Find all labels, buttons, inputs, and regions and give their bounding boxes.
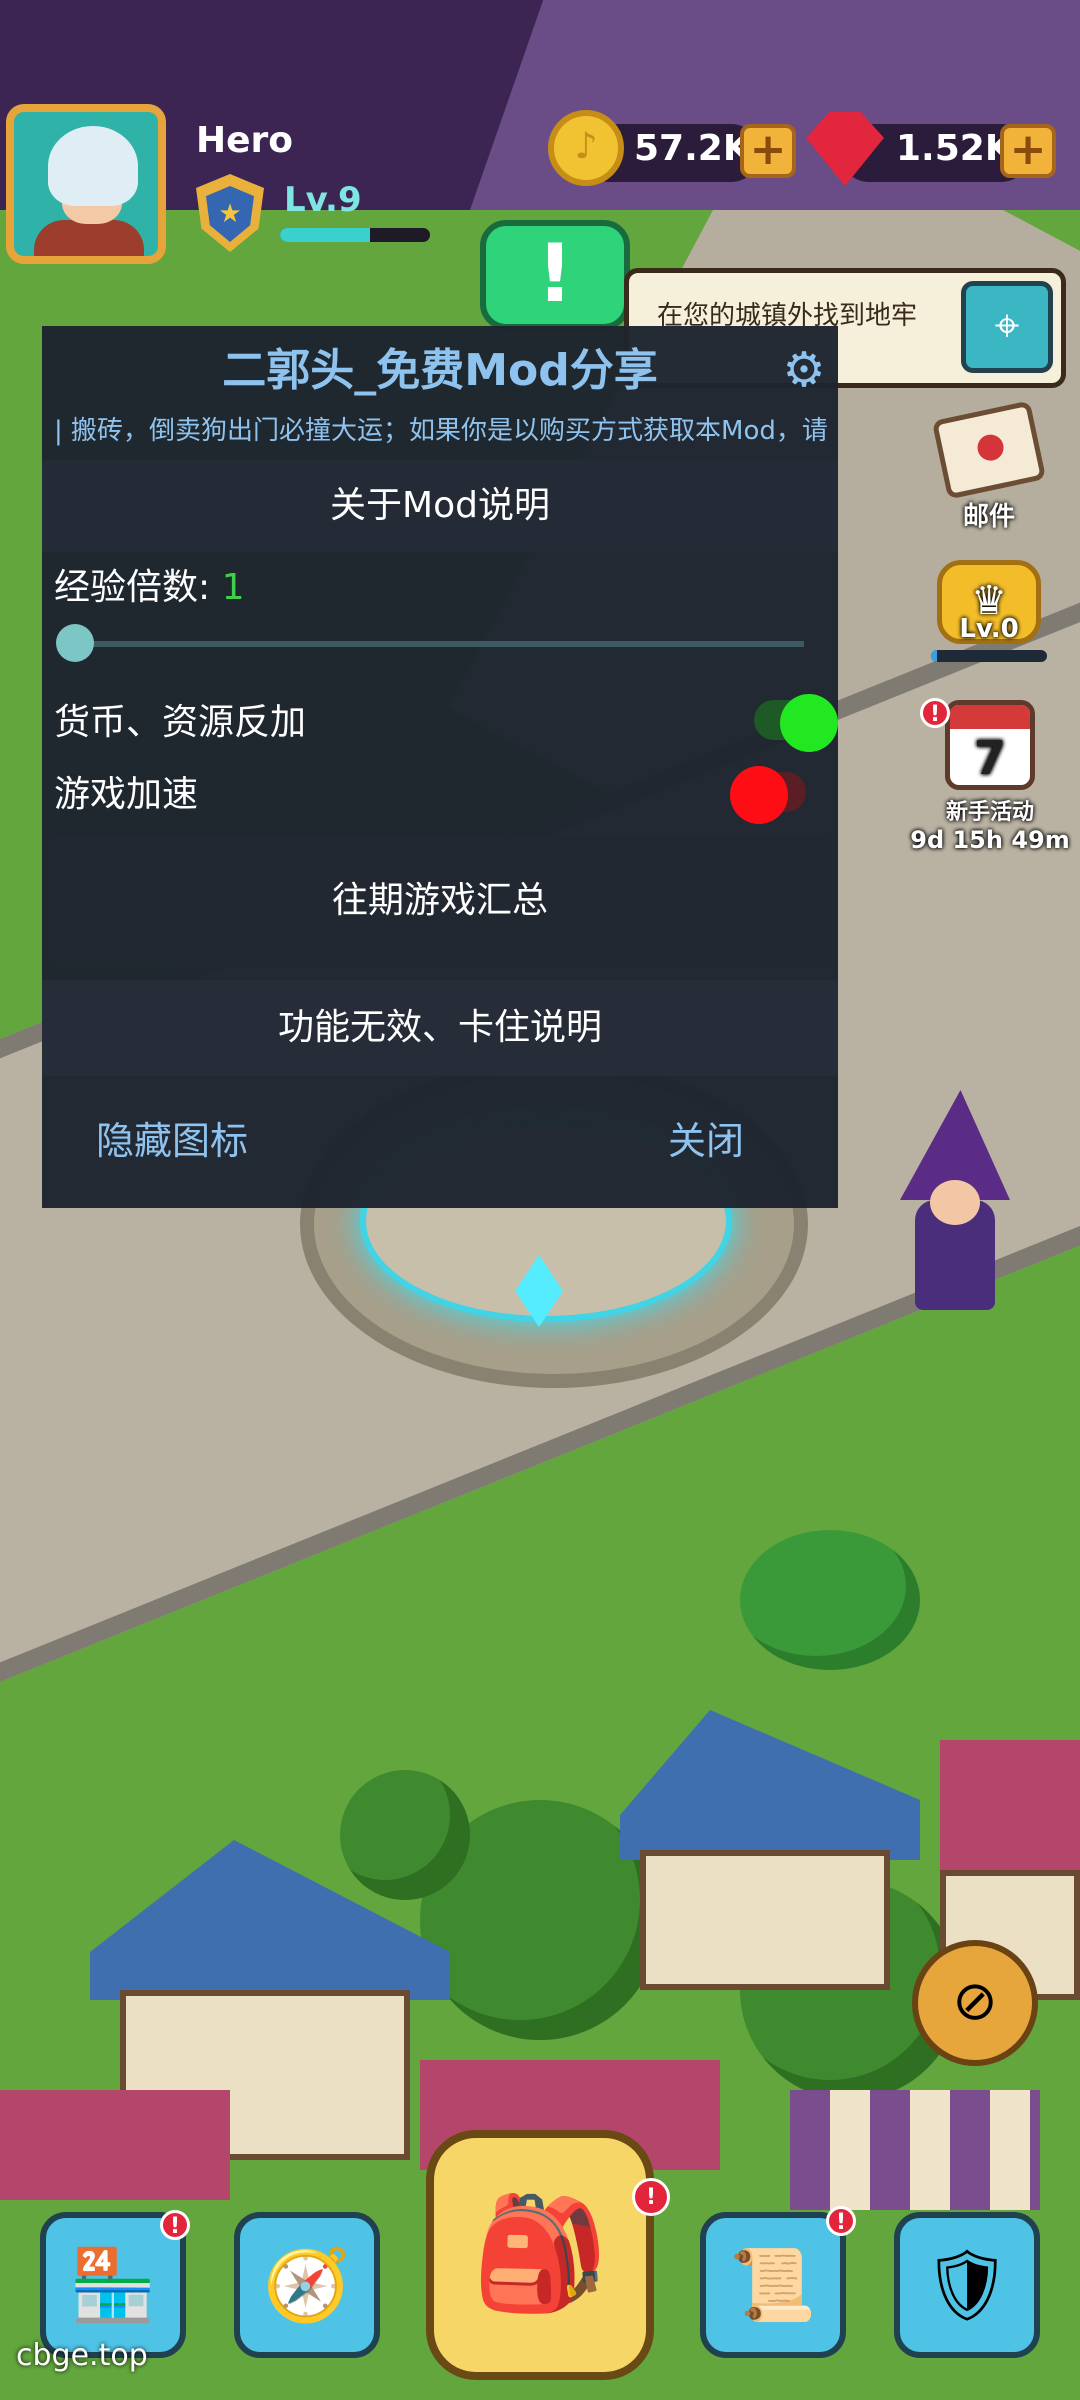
crown-level: Lv.0 [959, 614, 1019, 644]
xp-progress-bar [280, 228, 430, 242]
guild-shield-nav-button[interactable]: 🛡 [894, 2212, 1040, 2358]
wizard-npc[interactable] [900, 1090, 1010, 1310]
coin-amount: 57.2K [634, 128, 751, 169]
backpack-alert-badge: ! [632, 2178, 670, 2216]
berry-bush [740, 1530, 920, 1670]
speed-toggle-row[interactable]: 游戏加速 [54, 760, 834, 830]
add-gems-button[interactable]: + [1000, 124, 1056, 178]
quest-alert-badge: ! [826, 2206, 856, 2236]
event-alert-badge: ! [920, 698, 950, 728]
mail-button[interactable]: 邮件 [924, 400, 1054, 533]
speed-switch-knob [730, 766, 788, 824]
mod-menu-panel: 二郭头_免费Mod分享 ⚙ | 搬砖，倒卖狗出门必撞大运；如果你是以购买方式获取… [42, 326, 838, 1208]
exp-multiplier-slider[interactable] [74, 641, 804, 647]
blue-roof-house-right[interactable] [620, 1710, 920, 1990]
event-timer: 9d 15h 49m [910, 826, 1070, 854]
compass-nav-button[interactable]: 🧭 [234, 2212, 380, 2358]
mod-menu-title: 二郭头_免费Mod分享 [222, 345, 658, 396]
close-button[interactable]: 关闭 [668, 1110, 744, 1165]
coin-icon: ♪ [548, 110, 624, 186]
mail-icon [931, 400, 1047, 500]
exclamation-icon[interactable]: ! [480, 220, 630, 330]
striped-awning-stall[interactable] [790, 2090, 1040, 2210]
calendar-icon: 7 [945, 700, 1035, 790]
player-name: Hero [196, 120, 294, 161]
top-hud: Hero ★ Lv.9 ♪ 57.2K + 1.52K + ! [0, 0, 1080, 330]
slider-thumb[interactable] [56, 624, 94, 662]
crown-progress-bar [931, 650, 1047, 662]
event-day: 7 [973, 731, 1006, 785]
backpack-nav-button[interactable]: 🎒 [426, 2130, 654, 2380]
hide-icon-button[interactable]: 隐藏图标 [96, 1110, 248, 1165]
speed-switch[interactable] [730, 766, 806, 824]
xp-progress-fill [280, 228, 370, 242]
troubleshoot-button[interactable]: 功能无效、卡住说明 [42, 980, 838, 1076]
about-mod-button[interactable]: 关于Mod说明 [42, 460, 838, 552]
player-level: Lv.9 [284, 180, 362, 220]
gear-icon[interactable]: ⚙ [780, 346, 828, 394]
quest-scroll-nav-button[interactable]: 📜 [700, 2212, 846, 2358]
shop-alert-badge: ! [160, 2210, 190, 2240]
crown-level-button[interactable]: ♛ Lv.0 [924, 560, 1054, 662]
crown-progress-fill [931, 650, 937, 662]
exp-multiplier-label: 经验倍数: 1 [54, 558, 244, 610]
event-label: 新手活动 [945, 800, 1034, 825]
add-coins-button[interactable]: + [740, 124, 796, 178]
player-avatar[interactable] [6, 104, 166, 264]
gem-amount: 1.52K [896, 128, 1013, 169]
exp-multiplier-text: 经验倍数: [54, 567, 222, 608]
currency-switch[interactable] [754, 694, 838, 752]
mail-label: 邮件 [962, 502, 1015, 532]
map-icon[interactable]: ⌖ [961, 281, 1053, 373]
currency-toggle-label: 货币、资源反加 [54, 702, 307, 743]
past-games-button[interactable]: 往期游戏汇总 [50, 836, 830, 966]
no-pets-toggle-icon[interactable]: ⊘ [912, 1940, 1038, 2066]
currency-switch-knob [780, 694, 838, 752]
speed-toggle-label: 游戏加速 [54, 774, 199, 815]
mod-marquee-notice: | 搬砖，倒卖狗出门必撞大运；如果你是以购买方式获取本Mod，请 [54, 416, 828, 446]
exp-multiplier-value: 1 [221, 567, 245, 608]
watermark-text: cbge.top [16, 2338, 148, 2373]
currency-toggle-row[interactable]: 货币、资源反加 [54, 688, 838, 758]
